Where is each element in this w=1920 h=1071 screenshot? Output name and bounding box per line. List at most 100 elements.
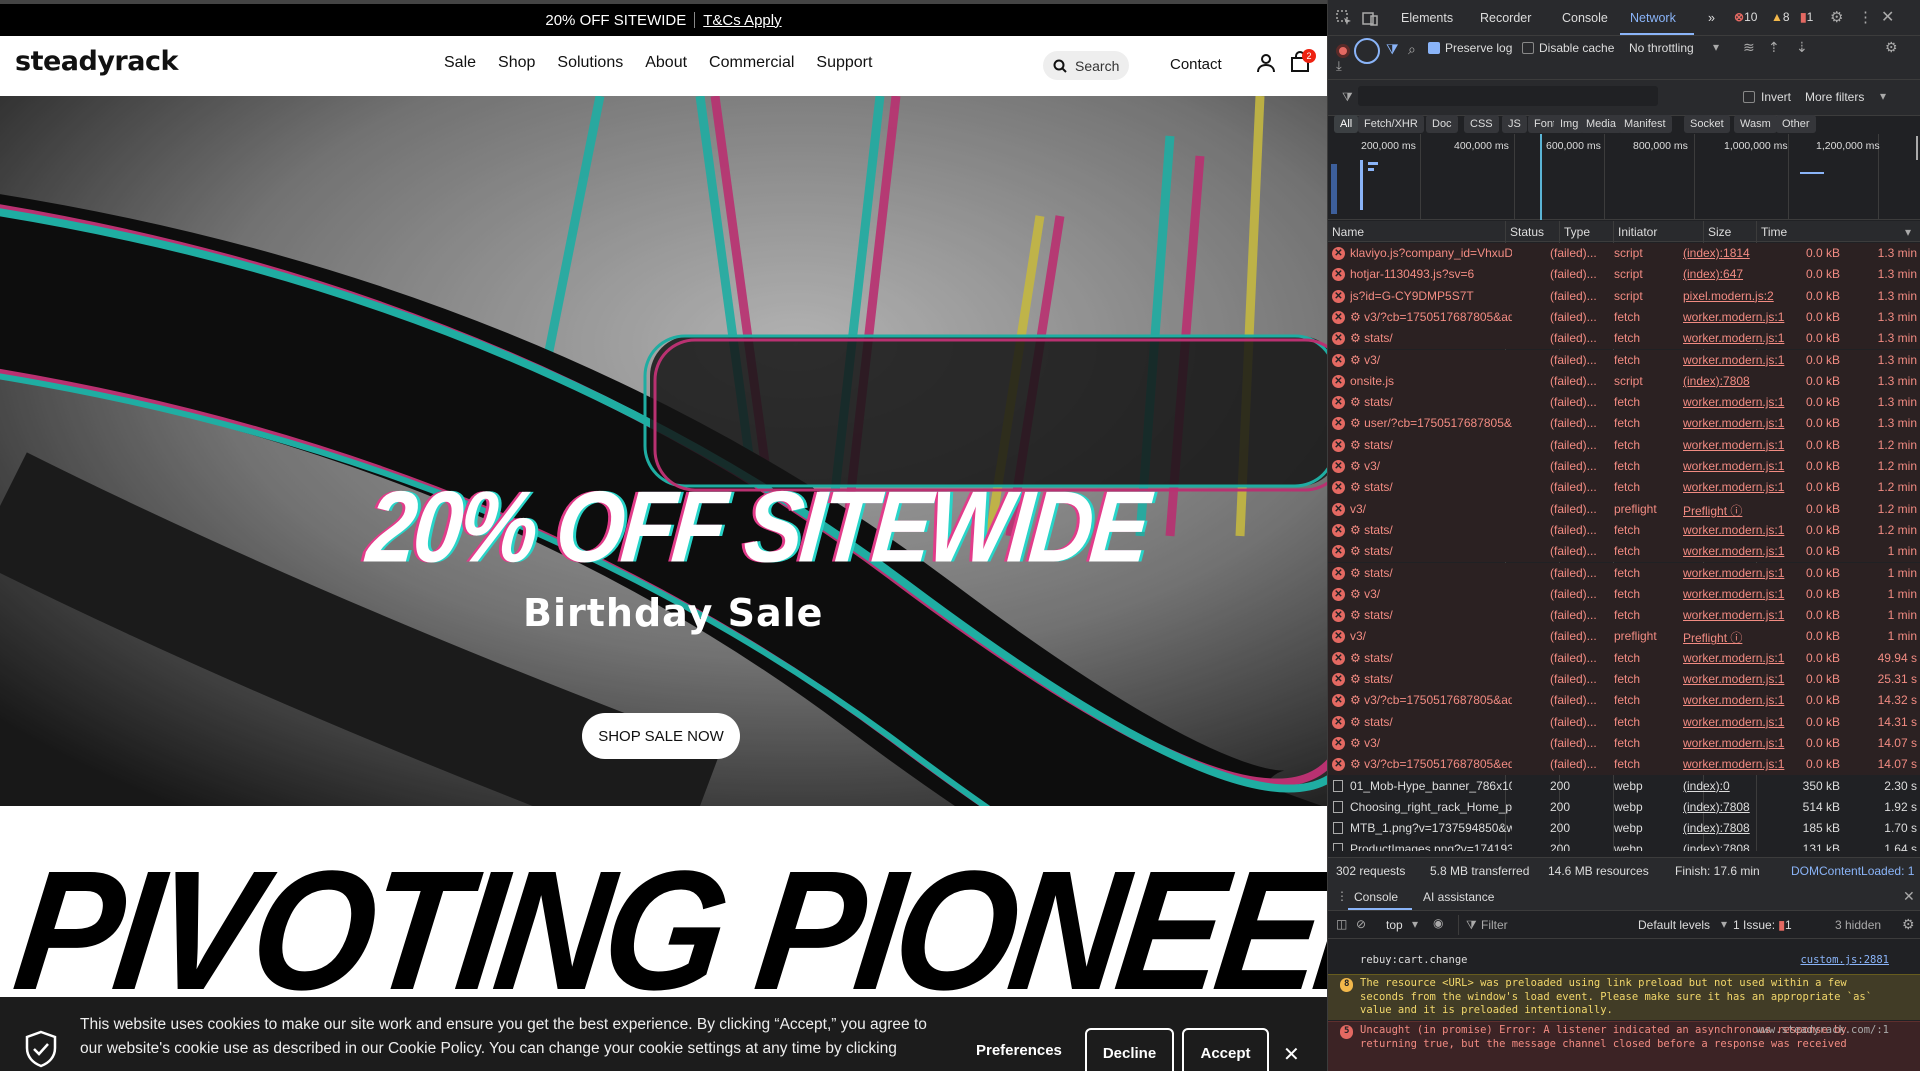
request-initiator[interactable]: (index):1814 — [1683, 246, 1787, 260]
request-row[interactable]: ✕ hotjar-1130493.js?sv=6 (failed)... script… — [1328, 264, 1920, 286]
request-initiator[interactable]: (index):7808 — [1683, 842, 1787, 851]
request-initiator[interactable]: worker.modern.js:1 — [1683, 608, 1787, 622]
type-filter-all[interactable]: All — [1334, 115, 1359, 133]
request-row[interactable]: ✕ klaviyo.js?company_id=VhxuDk (failed)...… — [1328, 243, 1920, 265]
type-filter-manifest[interactable]: Manifest — [1618, 115, 1672, 133]
nav-shop[interactable]: Shop — [498, 54, 535, 72]
type-filter-other[interactable]: Other — [1776, 115, 1816, 133]
col-status[interactable]: Status — [1510, 225, 1544, 239]
context-select[interactable]: top — [1386, 918, 1403, 932]
type-filter-js[interactable]: JS — [1502, 115, 1527, 133]
filter-input[interactable] — [1358, 86, 1658, 106]
request-row[interactable]: ✕ ⚙ stats/ (failed)... fetch worker.modern.j… — [1328, 328, 1920, 350]
request-initiator[interactable]: pixel.modern.js:2 — [1683, 289, 1787, 303]
nav-support[interactable]: Support — [816, 54, 872, 72]
console-settings-icon[interactable]: ⚙ — [1902, 916, 1915, 933]
more-tabs-icon[interactable]: » — [1708, 11, 1715, 25]
type-filter-media[interactable]: Media — [1580, 115, 1622, 133]
col-type[interactable]: Type — [1564, 225, 1590, 239]
request-initiator[interactable]: worker.modern.js:1 — [1683, 438, 1787, 452]
invert-checkbox[interactable] — [1743, 91, 1755, 103]
request-initiator[interactable]: (index):7808 — [1683, 374, 1787, 388]
nav-solutions[interactable]: Solutions — [557, 54, 623, 72]
type-filter-doc[interactable]: Doc — [1426, 115, 1458, 133]
preserve-log-checkbox[interactable] — [1428, 42, 1440, 54]
type-filter-css[interactable]: CSS — [1464, 115, 1499, 133]
request-initiator[interactable]: worker.modern.js:1 — [1683, 757, 1787, 771]
close-drawer-icon[interactable]: ✕ — [1903, 888, 1915, 905]
nav-sale[interactable]: Sale — [444, 54, 476, 72]
col-time[interactable]: Time — [1761, 225, 1787, 239]
request-row[interactable]: ✕ ⚙ user/?cb=1750517687805&e... (failed)..… — [1328, 413, 1920, 435]
request-initiator[interactable]: (index):647 — [1683, 267, 1787, 281]
more-filters-dropdown[interactable]: More filters — [1805, 90, 1864, 104]
request-row[interactable]: ✕ ⚙ stats/ (failed)... fetch worker.modern.j… — [1328, 711, 1920, 733]
request-row[interactable]: ✕ ⚙ v3/?cb=1750517687805&ed=... (failed)..… — [1328, 754, 1920, 776]
col-size[interactable]: Size — [1708, 225, 1731, 239]
log-levels-dropdown[interactable]: Default levels — [1638, 918, 1710, 932]
type-filter-fetchxhr[interactable]: Fetch/XHR — [1358, 115, 1424, 133]
error-counter[interactable]: ⊗10 — [1734, 10, 1757, 24]
col-initiator[interactable]: Initiator — [1618, 225, 1657, 239]
request-row[interactable]: ✕ onsite.js (failed)... script (index):7808 0… — [1328, 370, 1920, 393]
settings-gear-icon[interactable]: ⚙ — [1830, 8, 1843, 26]
request-initiator[interactable]: (index):7808 — [1683, 800, 1787, 814]
cookie-accept-button[interactable]: Accept — [1182, 1028, 1269, 1071]
issues-link[interactable]: 1 Issue: ▮1 — [1733, 918, 1792, 932]
throttling-select[interactable]: No throttling — [1629, 41, 1694, 55]
request-initiator[interactable]: worker.modern.js:1 — [1683, 715, 1787, 729]
export-har-icon[interactable]: ⇣ — [1796, 39, 1808, 56]
drawer-menu-icon[interactable]: ⋮ — [1336, 889, 1348, 903]
request-row[interactable]: Choosing_right_rack_Home_pa... 200 webp (in… — [1328, 797, 1920, 818]
request-row[interactable]: ✕ ⚙ v3/ (failed)... fetch worker.modern.js:1… — [1328, 732, 1920, 755]
request-row[interactable]: ✕ ⚙ v3/ (failed)... fetch worker.modern.js:1… — [1328, 349, 1920, 371]
request-row[interactable]: ProductImages.png?v=1741939... 200 webp (in… — [1328, 839, 1920, 851]
user-icon[interactable] — [1257, 53, 1275, 73]
request-initiator[interactable]: worker.modern.js:1 — [1683, 523, 1787, 537]
console-source-link[interactable]: www.steadyrack.com/:1 — [1756, 1024, 1889, 1038]
request-row[interactable]: ✕ v3/ (failed)... preflight Preflight ⓘ 0.0 k… — [1328, 626, 1920, 648]
request-initiator[interactable]: worker.modern.js:1 — [1683, 395, 1787, 409]
type-filter-socket[interactable]: Socket — [1684, 115, 1730, 133]
request-row[interactable]: ✕ js?id=G-CY9DMP5S7T (failed)... script pixe… — [1328, 285, 1920, 307]
warning-counter[interactable]: ▲8 — [1771, 10, 1790, 24]
request-row[interactable]: ✕ ⚙ stats/ (failed)... fetch worker.modern.j… — [1328, 647, 1920, 669]
request-initiator[interactable]: worker.modern.js:1 — [1683, 736, 1787, 750]
console-source-link[interactable]: custom.js:2881 — [1800, 954, 1889, 968]
request-initiator[interactable]: Preflight ⓘ — [1683, 629, 1787, 646]
sidebar-toggle-icon[interactable]: ◫ — [1336, 917, 1347, 931]
more-options-icon[interactable]: ⋮ — [1858, 8, 1873, 26]
hero-banner[interactable]: 20% OFF SITEWIDE Birthday Sale SHOP SALE… — [0, 96, 1327, 806]
request-initiator[interactable]: (index):0 — [1683, 779, 1787, 793]
terms-link[interactable]: T&Cs Apply — [703, 12, 781, 29]
request-row[interactable]: MTB_1.png?v=1737594850&wi... 200 webp (inde… — [1328, 818, 1920, 839]
nav-about[interactable]: About — [645, 54, 687, 72]
search-network-icon[interactable]: ⌕ — [1408, 41, 1416, 58]
clear-console-icon[interactable]: ⊘ — [1356, 917, 1366, 931]
live-expression-eye-icon[interactable]: ◉ — [1433, 916, 1443, 930]
network-overview-timeline[interactable]: 200,000 ms 400,000 ms 600,000 ms 800,000… — [1328, 134, 1920, 220]
clear-log-icon[interactable] — [1354, 38, 1380, 64]
request-initiator[interactable]: worker.modern.js:1 — [1683, 693, 1787, 707]
type-filter-wasm[interactable]: Wasm — [1734, 115, 1777, 133]
close-icon[interactable]: ✕ — [1283, 1042, 1300, 1067]
inspect-element-icon[interactable] — [1336, 10, 1352, 26]
request-row[interactable]: ✕ ⚙ stats/ (failed)... fetch worker.modern.j… — [1328, 434, 1920, 456]
filter-icon[interactable]: ⧩ — [1386, 41, 1399, 58]
timeline-handle[interactable] — [1916, 136, 1918, 160]
close-devtools-icon[interactable]: ✕ — [1881, 7, 1894, 27]
cookie-decline-button[interactable]: Decline — [1085, 1028, 1174, 1071]
tab-network[interactable]: Network — [1630, 11, 1676, 25]
contact-link[interactable]: Contact — [1170, 56, 1222, 73]
site-logo[interactable]: steadyrack — [15, 46, 178, 77]
disable-cache-checkbox[interactable] — [1522, 42, 1534, 54]
request-initiator[interactable]: Preflight ⓘ — [1683, 502, 1787, 519]
nav-commercial[interactable]: Commercial — [709, 54, 794, 72]
request-row[interactable]: ✕ ⚙ stats/ (failed)... fetch worker.modern.j… — [1328, 519, 1920, 542]
request-initiator[interactable]: worker.modern.js:1 — [1683, 566, 1787, 580]
request-initiator[interactable]: worker.modern.js:1 — [1683, 331, 1787, 345]
request-row[interactable]: ✕ ⚙ stats/ (failed)... fetch worker.modern.j… — [1328, 541, 1920, 563]
record-icon[interactable] — [1336, 44, 1350, 58]
search-button[interactable]: Search — [1043, 51, 1129, 80]
request-row[interactable]: ✕ ⚙ stats/ (failed)... fetch worker.modern.j… — [1328, 562, 1920, 584]
